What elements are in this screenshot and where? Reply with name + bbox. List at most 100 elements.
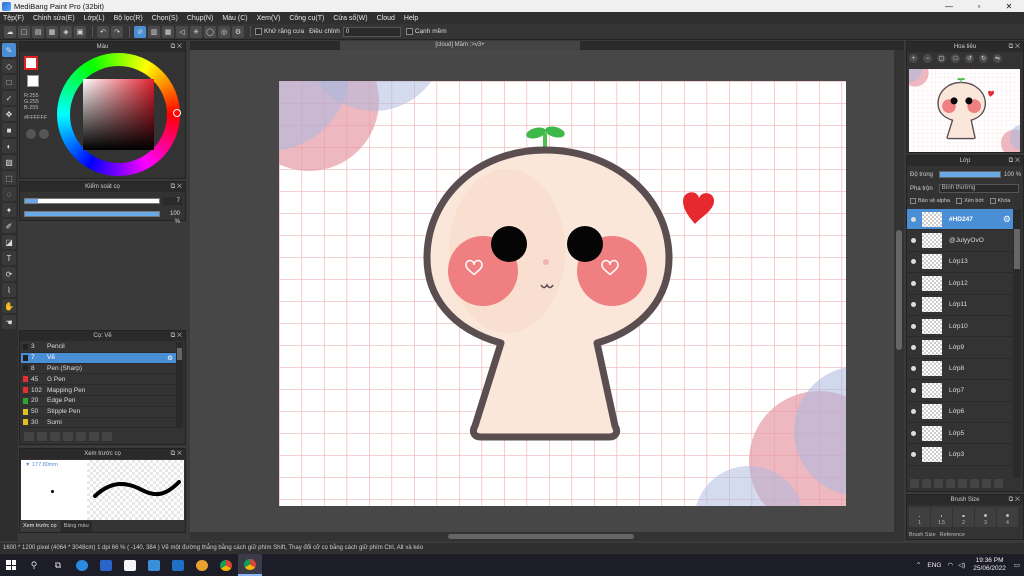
medibang-taskbar-icon[interactable] — [238, 554, 262, 576]
select-tool-icon[interactable]: ⬚ — [2, 171, 16, 185]
layer-row[interactable]: Lớp6 — [907, 402, 1013, 423]
layer-row[interactable]: Lớp7 — [907, 380, 1013, 402]
minimize-button[interactable]: — — [934, 0, 964, 12]
clipping-checkbox[interactable]: Xén bớt — [956, 198, 984, 204]
color-palette-icon[interactable] — [39, 129, 49, 139]
navigator-thumbnail[interactable] — [909, 69, 1020, 152]
brush-list-item[interactable]: 50 Stipple Pen — [21, 407, 176, 418]
panel-close-icon[interactable]: ⧉ ✕ — [1009, 157, 1020, 165]
panel-close-icon[interactable]: ⧉ ✕ — [171, 43, 182, 51]
move-tool-icon[interactable]: ✥ — [2, 107, 16, 121]
canvas-vertical-scrollbar[interactable] — [894, 50, 904, 532]
menu-filter[interactable]: Bộ lọc(R) — [114, 15, 143, 22]
language-indicator[interactable]: ENG — [927, 562, 941, 569]
tab-reference[interactable]: Reference — [938, 531, 967, 539]
snap-parallel-icon[interactable]: ▥ — [148, 25, 160, 38]
snap-circle-icon[interactable]: ◯ — [204, 25, 216, 38]
adjust-select[interactable]: 0 — [342, 26, 401, 37]
hand-tool-icon[interactable]: ☚ — [2, 315, 16, 329]
menu-window[interactable]: Cửa sổ(W) — [333, 15, 367, 22]
menu-file[interactable]: Tệp(F) — [3, 15, 24, 22]
share-icon[interactable]: ◈ — [60, 25, 72, 38]
search-icon[interactable]: ⚲ — [22, 554, 46, 576]
layer-visibility-icon[interactable] — [911, 345, 916, 351]
menu-help[interactable]: Help — [404, 15, 418, 22]
panel-close-icon[interactable]: ⧉ ✕ — [171, 332, 182, 340]
brush-add-icon[interactable] — [37, 432, 47, 441]
tab-palette[interactable]: Bảng màu — [60, 521, 92, 532]
brush-size-slider[interactable] — [24, 198, 161, 204]
menu-select[interactable]: Chọn(S) — [152, 15, 178, 22]
maximize-button[interactable]: ▫ — [964, 0, 994, 12]
panel-close-icon[interactable]: ⧉ ✕ — [171, 183, 182, 191]
brush-edit-icon[interactable] — [63, 432, 73, 441]
canvas-hscroll-thumb[interactable] — [448, 534, 634, 539]
brush-import-icon[interactable] — [24, 432, 34, 441]
blend-mode-select[interactable]: Bình thường — [938, 184, 1019, 193]
menu-view[interactable]: Xem(V) — [257, 15, 281, 22]
foreground-color-swatch[interactable] — [24, 56, 38, 70]
layer-row[interactable]: Lớp12 — [907, 273, 1013, 295]
layer-visibility-icon[interactable] — [911, 323, 916, 329]
clock[interactable]: 19:36 PM 25/06/2022 — [973, 557, 1006, 573]
gradient-tool-icon[interactable]: ▧ — [2, 155, 16, 169]
layer-row[interactable]: Lớp11 — [907, 295, 1013, 316]
eyedropper-tool-icon[interactable]: ⌇ — [2, 283, 16, 297]
actual-size-icon[interactable]: □ — [951, 54, 960, 63]
brush-delete-icon[interactable] — [102, 432, 112, 441]
brush-size-preset[interactable]: 2 — [953, 507, 974, 527]
canvas-tab[interactable]: [cloud] Mầm :>v3+ — [340, 41, 580, 50]
brush-list-item[interactable]: 8 Pen (Sharp) — [21, 364, 176, 375]
app-store-icon[interactable] — [94, 554, 118, 576]
save-icon[interactable]: ▦ — [46, 25, 58, 38]
store-icon[interactable] — [118, 554, 142, 576]
task-view-icon[interactable]: ⧉ — [46, 554, 70, 576]
brush-list-item[interactable]: 30 Sumi — [21, 418, 176, 428]
menu-edit[interactable]: Chỉnh sửa(E) — [33, 15, 75, 22]
eraser-tool-icon[interactable]: ◇ — [2, 59, 16, 73]
color-wheel[interactable] — [57, 53, 181, 176]
layer-row[interactable]: Lớp3 — [907, 444, 1013, 466]
redo-icon[interactable]: ↷ — [111, 25, 123, 38]
menu-cloud[interactable]: Cloud — [377, 15, 395, 22]
menu-tools[interactable]: Công cụ(T) — [289, 15, 324, 22]
clipping-box[interactable] — [956, 198, 963, 204]
start-button[interactable] — [0, 554, 22, 576]
brush-opacity-value[interactable]: 100 % — [163, 210, 182, 225]
brush-folder-icon[interactable] — [76, 432, 86, 441]
brush-tool-icon[interactable]: ✎ — [2, 43, 16, 57]
duplicate-layer-icon[interactable] — [946, 479, 955, 488]
layer-list-scrollbar[interactable] — [1013, 209, 1021, 477]
brush-size-preset[interactable]: 4 — [997, 507, 1018, 527]
brush-size-preset[interactable]: 3 — [975, 507, 996, 527]
layer-row[interactable]: Lớp5 — [907, 423, 1013, 445]
select-pen-tool-icon[interactable]: ✓ — [2, 91, 16, 105]
layer-row[interactable]: Lớp10 — [907, 316, 1013, 338]
lock-checkbox[interactable]: Khóa — [989, 198, 1010, 204]
snap-vanish-icon[interactable]: ◁ — [176, 25, 188, 38]
brush-list-item[interactable]: 7 Vẽ ⚙ — [21, 352, 176, 364]
panel-close-icon[interactable]: ⧉ ✕ — [1009, 496, 1020, 504]
color-mode-icon[interactable] — [26, 129, 36, 139]
export-icon[interactable]: ▣ — [74, 25, 86, 38]
panel-close-icon[interactable]: ⧉ ✕ — [171, 450, 182, 458]
brush-opacity-slider[interactable] — [24, 211, 161, 217]
dot-tool-icon[interactable]: □ — [2, 75, 16, 89]
artwork-canvas[interactable] — [279, 81, 846, 506]
brush-list-item[interactable]: 102 Mapping Pen — [21, 385, 176, 396]
tab-brush-preview[interactable]: Xem trước cọ — [20, 521, 60, 532]
snap-off-icon[interactable]: ⊘ — [134, 25, 146, 38]
lasso-tool-icon[interactable]: ◌ — [2, 187, 16, 201]
mail-icon[interactable] — [142, 554, 166, 576]
photos-icon[interactable] — [166, 554, 190, 576]
layer-visibility-icon[interactable] — [911, 409, 916, 415]
fill-tool-icon[interactable]: ◐ — [2, 139, 16, 153]
notification-icon[interactable]: ▭ — [1014, 561, 1020, 569]
rotate-left-icon[interactable]: ↺ — [965, 54, 974, 63]
brush-list-scroll-thumb[interactable] — [177, 348, 182, 360]
canvas-vscroll-thumb[interactable] — [896, 230, 902, 350]
menu-color[interactable]: Màu (C) — [222, 15, 247, 22]
layer-row[interactable]: Lớp8 — [907, 359, 1013, 381]
text-tool-icon[interactable]: T — [2, 251, 16, 265]
brush-copy-icon[interactable] — [89, 432, 99, 441]
